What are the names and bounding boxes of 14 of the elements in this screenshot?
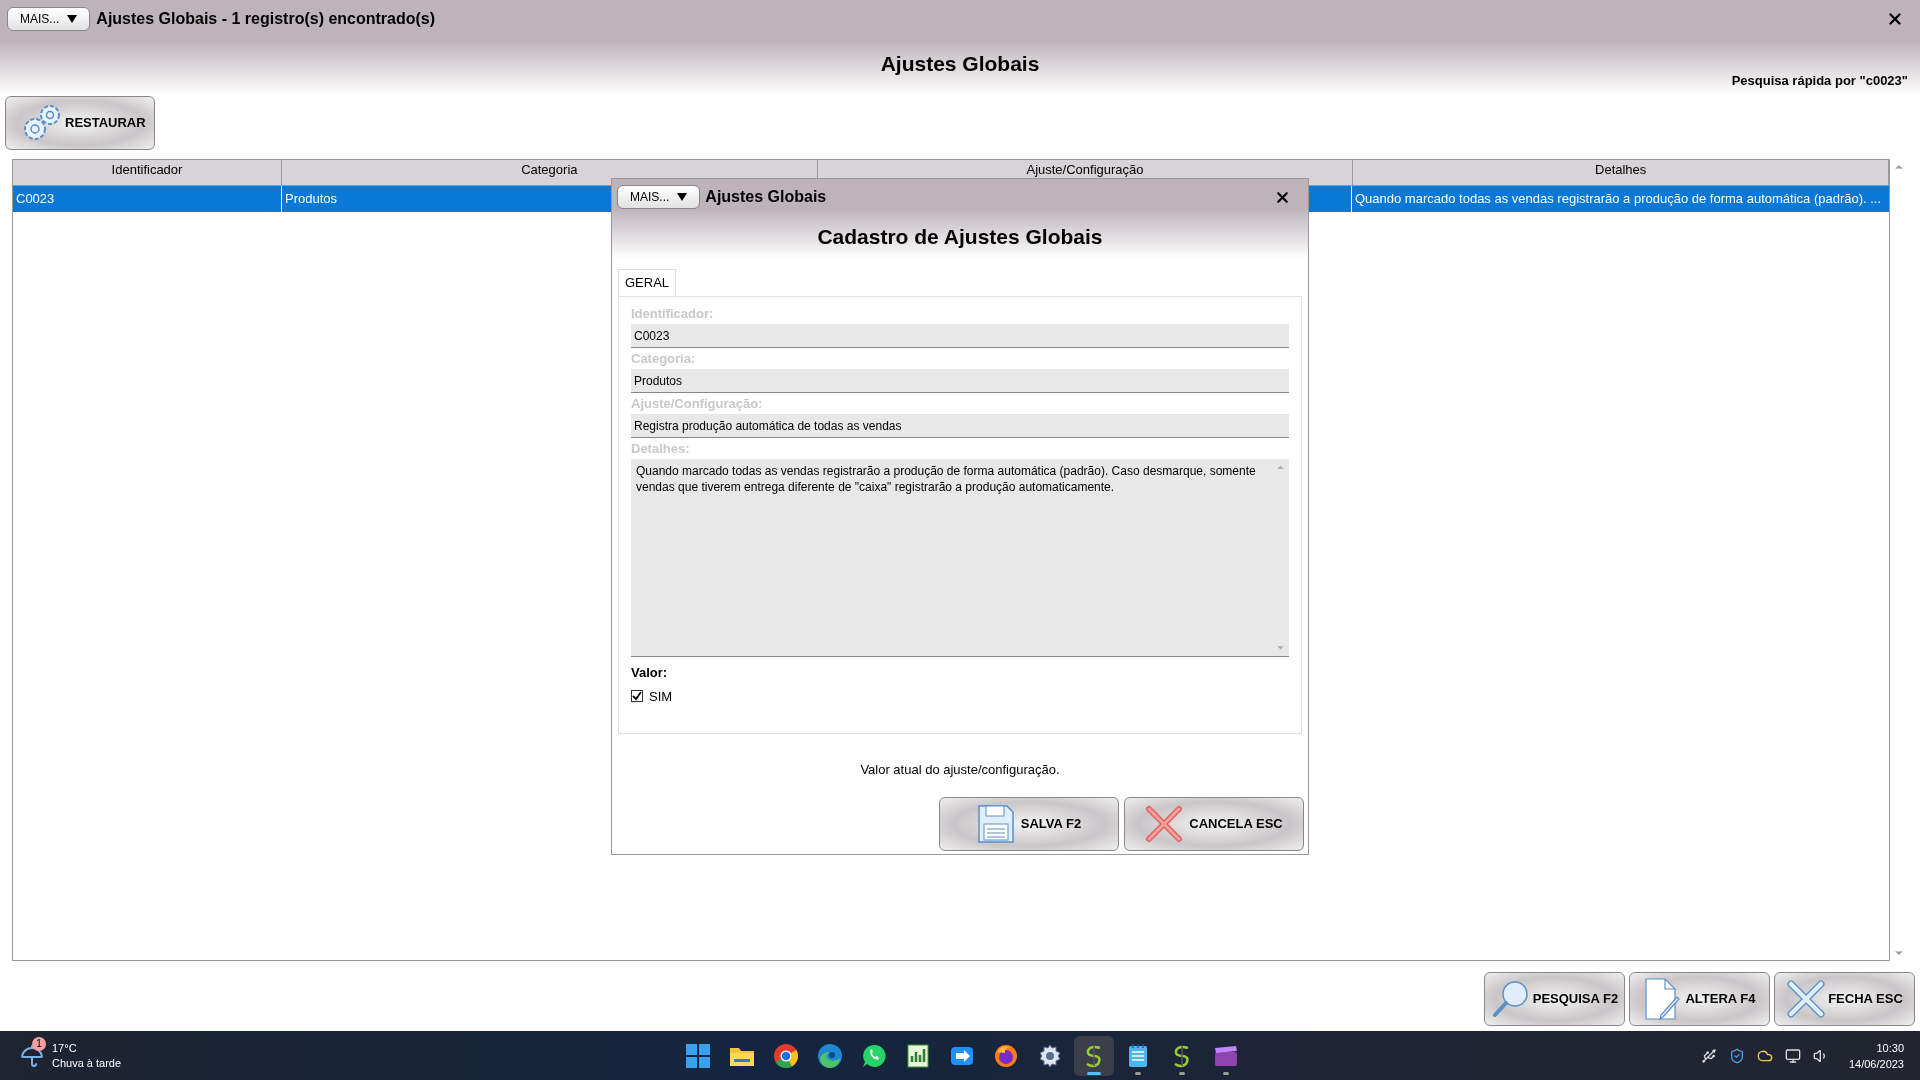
notification-badge: 1 <box>32 1036 46 1051</box>
page-title: Ajustes Globais <box>880 51 1040 77</box>
quick-search-label: Pesquisa rápida por "c0023" <box>1731 72 1908 90</box>
table-cell-text: Quando marcado todas as vendas registrarão a produção de forma automática (padrão). ... <box>1355 190 1882 209</box>
value-label: Valor: <box>631 664 669 682</box>
table-cell-text: Produtos <box>285 190 338 209</box>
dialog-heading: Cadastro de Ajustes Globais <box>817 224 1103 250</box>
dialog-title: Ajustes Globais <box>705 187 827 207</box>
hint-text: Valor atual do ajuste/configuração. <box>860 761 1060 779</box>
table-cell-text: C0023 <box>16 190 55 209</box>
window-title: Ajustes Globais - 1 registro(s) encontrado(s) <box>96 9 436 29</box>
checkbox-label: SIM <box>649 687 673 706</box>
weather-forecast: Chuva à tarde <box>52 1055 122 1071</box>
temperature: 17°C <box>52 1040 78 1056</box>
